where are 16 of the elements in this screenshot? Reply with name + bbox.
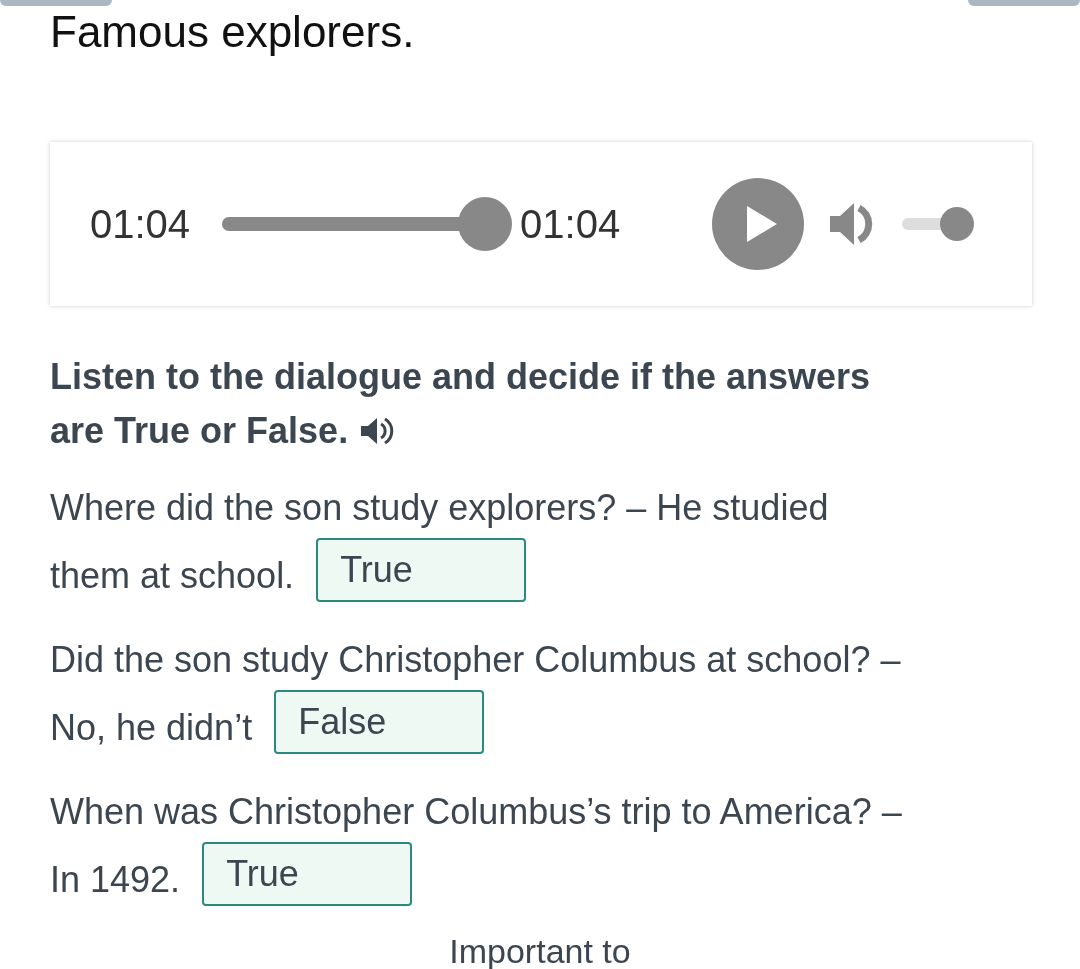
- question-text: In 1492.: [50, 858, 181, 902]
- instruction-text: Listen to the dialogue and decide if the answers: [50, 355, 871, 399]
- progress-slider[interactable]: [222, 197, 513, 251]
- question-text: No, he didn’t: [50, 706, 253, 750]
- instruction-text: are True or False.: [50, 409, 349, 453]
- volume-slider[interactable]: [902, 207, 975, 241]
- answer-box[interactable]: True: [202, 842, 413, 906]
- current-time: 01:04: [90, 201, 191, 247]
- question-text: When was Christopher Columbus’s trip to America? –: [50, 790, 902, 834]
- question-text: them at school.: [50, 554, 295, 598]
- page-title: Famous explorers.: [50, 6, 416, 58]
- total-time: 01:04: [520, 201, 621, 247]
- answer-box[interactable]: True: [316, 538, 527, 602]
- question-text: Where did the son study explorers? – He studied: [50, 486, 829, 530]
- question-text: Did the son study Christopher Columbus at school? –: [50, 638, 901, 682]
- answer-box[interactable]: False: [274, 690, 485, 754]
